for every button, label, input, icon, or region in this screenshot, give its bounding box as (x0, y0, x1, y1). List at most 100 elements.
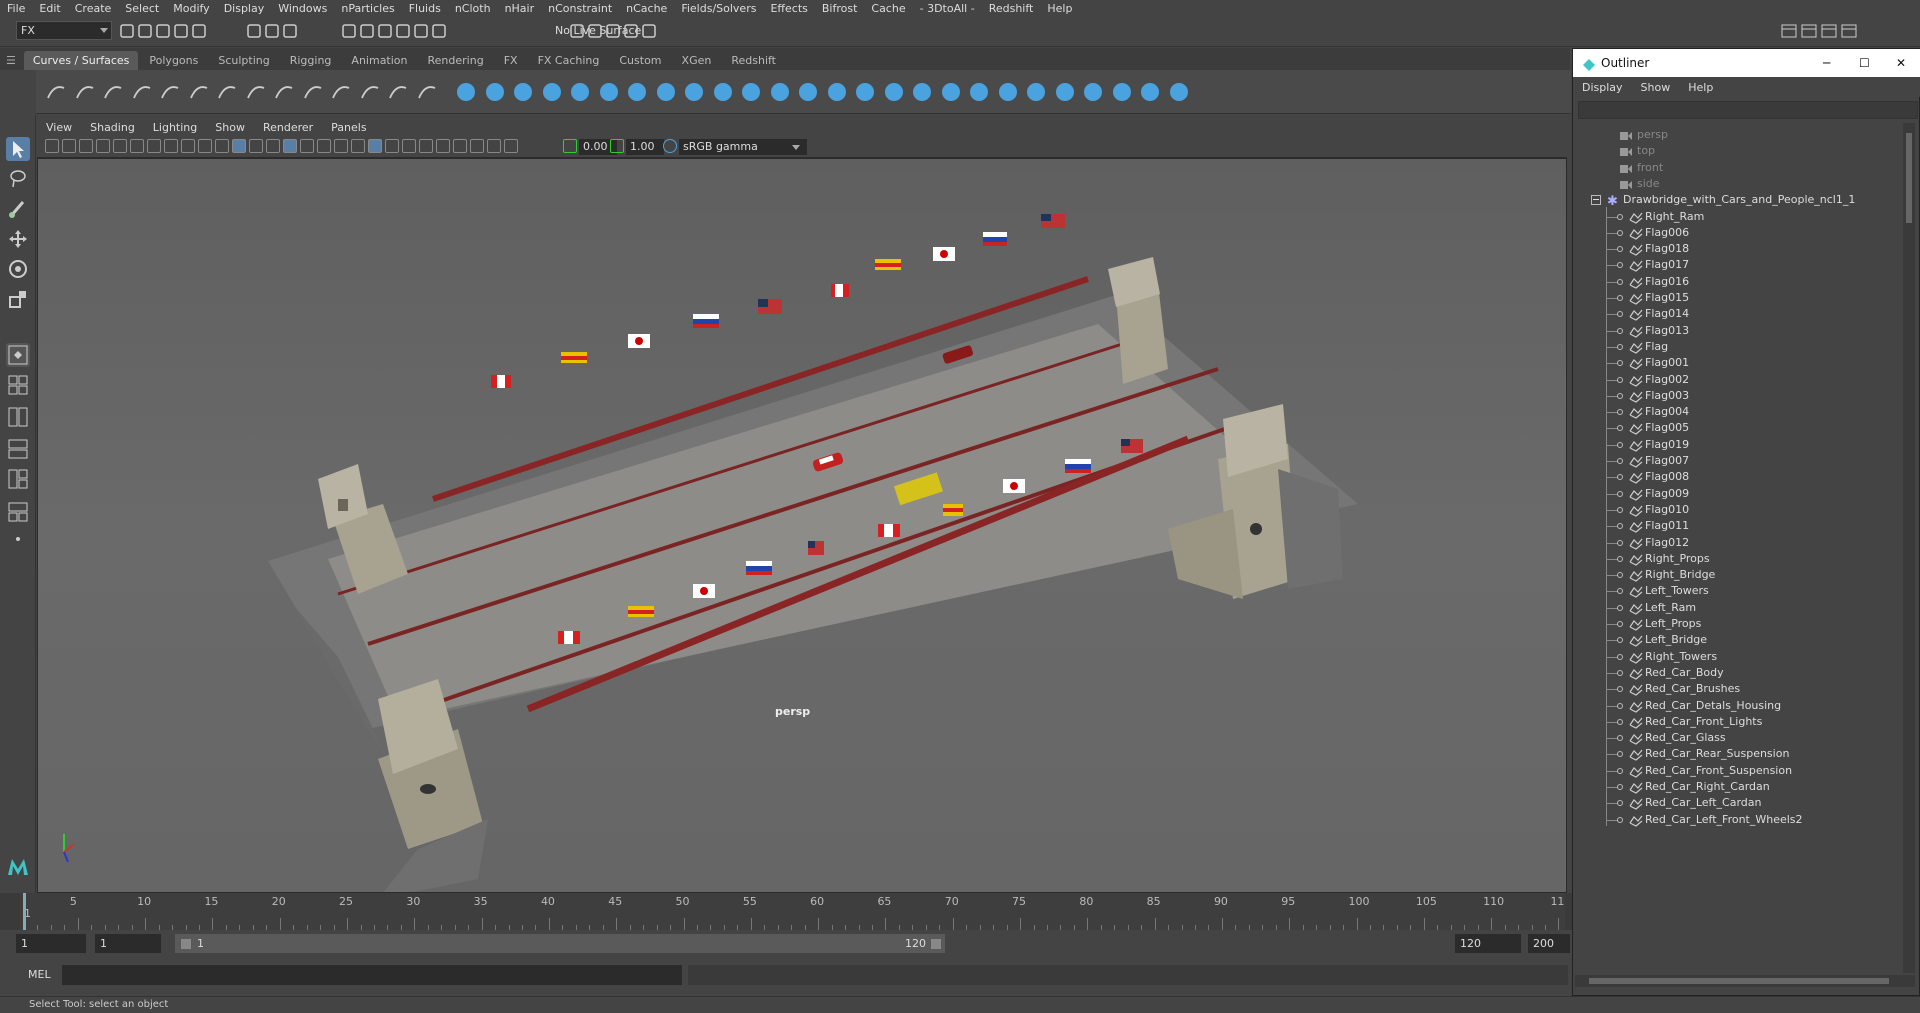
ep-curve-icon[interactable] (101, 80, 125, 104)
expand-dot-icon[interactable] (1617, 392, 1623, 399)
panel-menu-view[interactable]: View (37, 121, 81, 134)
safe-title-icon[interactable] (249, 139, 263, 153)
xray-icon[interactable] (334, 139, 348, 153)
shelf-tab-custom[interactable]: Custom (610, 51, 670, 70)
select-by-hierarchy-icon[interactable] (245, 22, 263, 40)
outliner-search-input[interactable] (1578, 101, 1918, 119)
end-time-field[interactable]: 120 (1455, 934, 1521, 953)
open-close-icon[interactable] (1053, 80, 1077, 104)
perspective-viewport[interactable] (37, 158, 1567, 893)
expand-dot-icon[interactable] (1617, 555, 1623, 562)
toolkit-icon[interactable] (1780, 22, 1798, 40)
attribute-editor-icon[interactable] (1800, 22, 1818, 40)
menu-modify[interactable]: Modify (166, 2, 216, 15)
film-gate-icon[interactable] (164, 139, 178, 153)
menu-3dtoall[interactable]: - 3DtoAll - (913, 2, 982, 15)
birail-icon[interactable] (739, 80, 763, 104)
select-by-object-icon[interactable] (263, 22, 281, 40)
close-icon[interactable]: ✕ (1896, 49, 1906, 77)
nurbs-sphere-icon[interactable] (454, 80, 478, 104)
open-scene-icon[interactable] (136, 22, 154, 40)
sculpt-surface-icon[interactable] (1167, 80, 1191, 104)
menu-redshift[interactable]: Redshift (982, 2, 1041, 15)
select-tool-icon[interactable] (6, 137, 30, 161)
side-by-side-layout-icon[interactable] (6, 405, 30, 429)
nurbs-cylinder-icon[interactable] (511, 80, 535, 104)
snap-to-curve-icon[interactable] (358, 22, 376, 40)
wireframe-on-shaded-icon[interactable] (317, 139, 331, 153)
snap-to-point-icon[interactable] (376, 22, 394, 40)
wireframe-icon[interactable] (266, 139, 280, 153)
nurbs-cube-icon[interactable] (483, 80, 507, 104)
outliner-row[interactable]: Red_Car_Left_Front_Wheels2 (1573, 810, 1913, 830)
expand-dot-icon[interactable] (1617, 702, 1623, 709)
menu-select[interactable]: Select (118, 2, 166, 15)
use-all-lights-icon[interactable] (385, 139, 399, 153)
fillet-icon[interactable] (386, 80, 410, 104)
expand-dot-icon[interactable] (1617, 637, 1623, 644)
current-start-field[interactable]: 1 (95, 934, 161, 953)
exposure-toggle-icon[interactable] (563, 139, 577, 153)
gate-mask-icon[interactable] (198, 139, 212, 153)
expand-dot-icon[interactable] (1617, 409, 1623, 416)
expand-dot-icon[interactable] (1617, 213, 1623, 220)
bookmarks-icon[interactable] (79, 139, 93, 153)
panel-menu-panels[interactable]: Panels (322, 121, 375, 134)
shelf-tab-redshift[interactable]: Redshift (722, 51, 785, 70)
panel-menu-lighting[interactable]: Lighting (144, 121, 206, 134)
menu-ncloth[interactable]: nCloth (448, 2, 498, 15)
depth-of-field-icon[interactable] (470, 139, 484, 153)
expand-dot-icon[interactable] (1617, 343, 1623, 350)
expand-dot-icon[interactable] (1617, 718, 1623, 725)
gamma-field[interactable]: 1.00 (626, 139, 664, 155)
detach-curves-icon[interactable] (301, 80, 325, 104)
resolution-gate-icon[interactable] (181, 139, 195, 153)
expand-dot-icon[interactable] (1617, 751, 1623, 758)
expand-dot-icon[interactable] (1617, 784, 1623, 790)
expand-dot-icon[interactable] (1617, 262, 1623, 269)
outliner-menu-display[interactable]: Display (1573, 81, 1632, 94)
expand-dot-icon[interactable] (1617, 816, 1623, 823)
expand-dot-icon[interactable] (1617, 376, 1623, 383)
expand-dot-icon[interactable] (1617, 523, 1623, 530)
command-language-label[interactable]: MEL (28, 968, 51, 981)
panel-menu-renderer[interactable]: Renderer (254, 121, 322, 134)
menu-edit[interactable]: Edit (32, 2, 67, 15)
extrude-icon[interactable] (711, 80, 735, 104)
shelf-tab-polygons[interactable]: Polygons (140, 51, 207, 70)
expand-dot-icon[interactable] (1617, 767, 1623, 774)
expand-dot-icon[interactable] (1617, 800, 1623, 807)
grease-pencil-icon[interactable] (130, 139, 144, 153)
paint-select-tool-icon[interactable] (6, 197, 30, 221)
image-plane-icon[interactable] (96, 139, 110, 153)
save-scene-icon[interactable] (154, 22, 172, 40)
expand-dot-icon[interactable] (1617, 295, 1623, 301)
expand-dot-icon[interactable] (1617, 360, 1623, 367)
snap-to-view-icon[interactable] (412, 22, 430, 40)
color-space-dropdown-arrow[interactable] (792, 145, 800, 150)
expand-dot-icon[interactable] (1617, 474, 1623, 481)
render-settings-icon[interactable] (604, 22, 622, 40)
panel-menu-show[interactable]: Show (206, 121, 254, 134)
shelf-menu-icon[interactable]: ☰ (0, 51, 22, 70)
rotate-tool-icon[interactable] (6, 257, 30, 281)
persp-graph-layout-icon[interactable] (6, 437, 30, 461)
nurbs-torus-icon[interactable] (597, 80, 621, 104)
redo-icon[interactable] (190, 22, 208, 40)
camera-attributes-icon[interactable] (62, 139, 76, 153)
maximize-icon[interactable]: ☐ (1859, 49, 1870, 77)
use-default-material-icon[interactable] (300, 139, 314, 153)
scale-tool-icon[interactable] (6, 287, 30, 311)
isolate-select-icon[interactable] (368, 139, 382, 153)
outliner-layout-icon[interactable] (6, 500, 30, 524)
nurbs-square-icon[interactable] (73, 80, 97, 104)
menu-set-selector[interactable]: FX (16, 21, 112, 40)
insert-knot-icon[interactable] (415, 80, 439, 104)
expand-dot-icon[interactable] (1617, 686, 1623, 693)
expand-dot-icon[interactable] (1617, 588, 1623, 595)
select-by-component-icon[interactable] (281, 22, 299, 40)
field-chart-icon[interactable] (215, 139, 229, 153)
smooth-shade-icon[interactable] (283, 139, 297, 153)
camera-display-icon[interactable] (504, 139, 518, 153)
single-perspective-layout-icon[interactable] (6, 343, 30, 367)
